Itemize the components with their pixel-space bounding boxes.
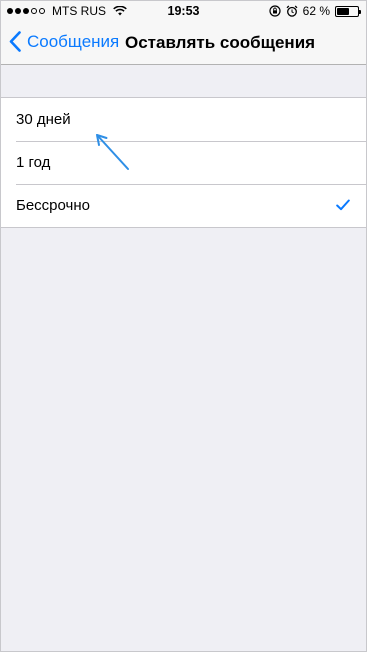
battery-percent: 62 % (302, 4, 330, 18)
option-1-year[interactable]: 1 год (1, 141, 366, 184)
option-30-days[interactable]: 30 дней (1, 98, 366, 141)
retention-options-list: 30 дней 1 год Бессрочно (1, 97, 366, 228)
option-label: 30 дней (16, 111, 71, 128)
alarm-icon (286, 5, 298, 17)
battery-icon (335, 5, 361, 17)
option-label: 1 год (16, 154, 51, 171)
checkmark-icon (336, 199, 350, 211)
option-forever[interactable]: Бессрочно (1, 184, 366, 227)
option-label: Бессрочно (16, 197, 90, 214)
chevron-left-icon (9, 31, 21, 52)
status-right: 62 % (269, 4, 361, 18)
back-button-label: Сообщения (27, 31, 120, 51)
battery-level-fill (337, 7, 350, 15)
navigation-bar: Сообщения Оставлять сообщения (1, 21, 366, 65)
back-button[interactable]: Сообщения (9, 31, 119, 52)
status-bar: MTS RUS 19:53 62 % (1, 1, 366, 21)
lock-rotation-icon (269, 5, 281, 17)
page-title: Оставлять сообщения (125, 33, 316, 52)
annotation-arrow-icon (96, 134, 129, 170)
